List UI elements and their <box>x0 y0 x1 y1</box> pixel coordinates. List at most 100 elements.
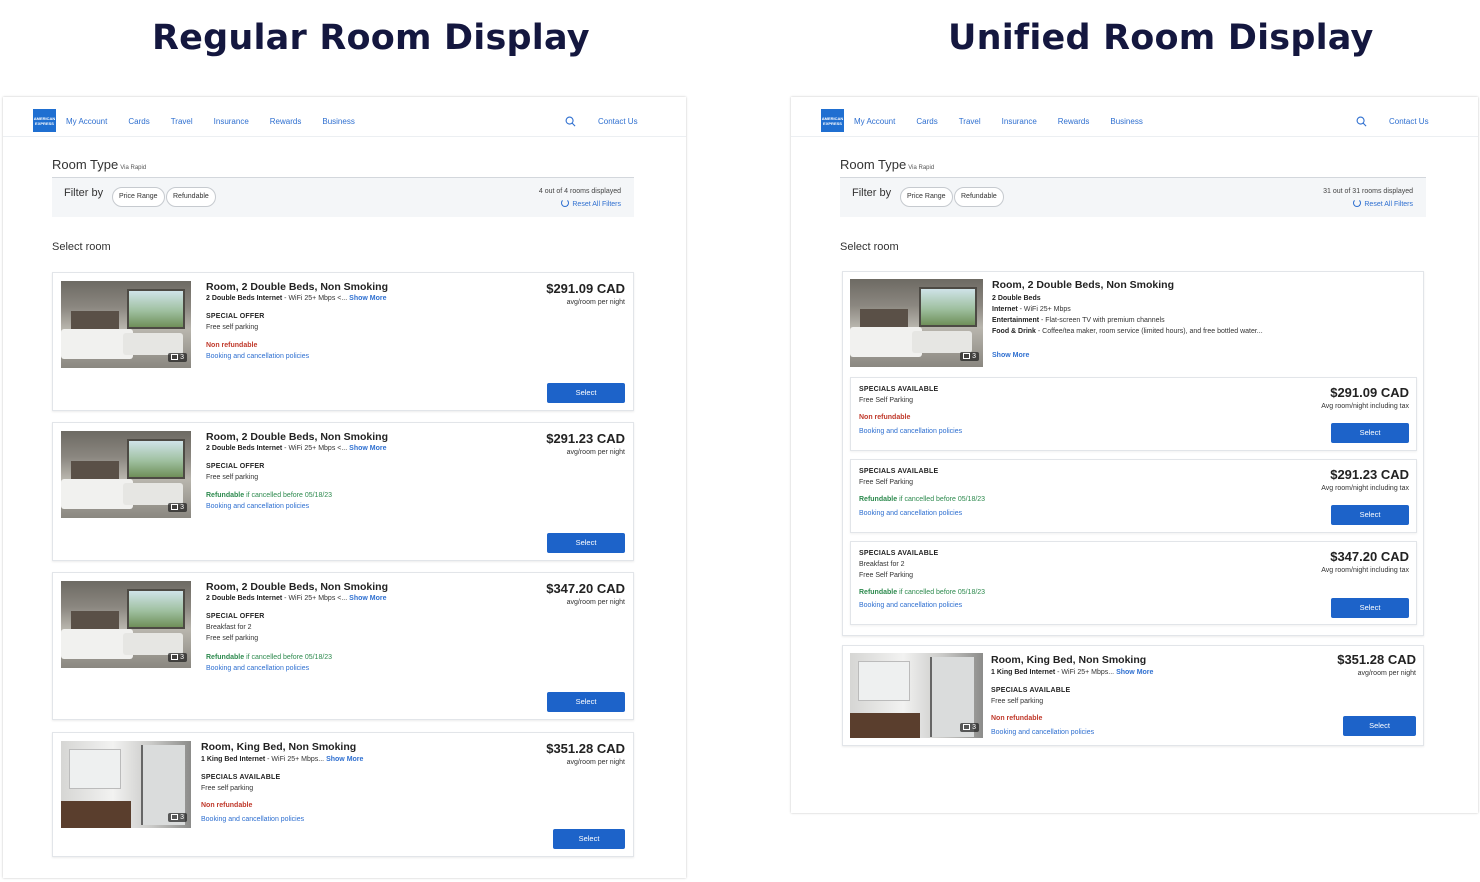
room-price: $351.28 CAD <box>546 741 625 756</box>
room-amenities: 2 Double Beds Internet - WiFi 25+ Mbps <… <box>206 445 387 452</box>
policies-link[interactable]: Booking and cancellation policies <box>991 729 1094 736</box>
filter-chip-refundable[interactable]: Refundable <box>954 187 1004 207</box>
nav-cards[interactable]: Cards <box>916 117 937 126</box>
regular-display-panel: AMERICAN EXPRESS My Account Cards Travel… <box>3 97 686 878</box>
policies-link[interactable]: Booking and cancellation policies <box>206 503 309 510</box>
price-note: avg/room per night <box>566 599 625 606</box>
select-button[interactable]: Select <box>547 383 625 403</box>
price-note: avg/room per night <box>1357 670 1416 677</box>
page-title: Room Type Via Rapid <box>840 157 934 172</box>
photo-icon <box>171 354 179 360</box>
top-nav: AMERICAN EXPRESS My Account Cards Travel… <box>791 97 1478 137</box>
policies-link[interactable]: Booking and cancellation policies <box>206 665 309 672</box>
heading-unified: Unified Room Display <box>948 18 1374 58</box>
price-note: Avg room/night including tax <box>1321 403 1409 410</box>
room-photo[interactable]: 3 <box>850 653 983 738</box>
refund-status: Non refundable <box>859 414 911 421</box>
room-photo[interactable]: 3 <box>61 581 191 668</box>
nav-cards[interactable]: Cards <box>128 117 149 126</box>
show-more-link[interactable]: Show More <box>349 445 386 452</box>
rate-option: SPECIALS AVAILABLE Free Self Parking Non… <box>850 377 1417 451</box>
amex-logo[interactable]: AMERICAN EXPRESS <box>33 109 56 132</box>
room-price: $291.23 CAD <box>1330 467 1409 482</box>
nav-rewards[interactable]: Rewards <box>1058 117 1090 126</box>
reset-filters-link[interactable]: Reset All Filters <box>561 199 621 208</box>
photo-count-badge: 3 <box>168 653 187 662</box>
search-icon[interactable] <box>565 116 576 127</box>
room-card: 3 Room, 2 Double Beds, Non Smoking 2 Dou… <box>52 272 634 411</box>
reset-icon <box>561 199 570 207</box>
room-title: Room, 2 Double Beds, Non Smoking <box>206 581 389 593</box>
photo-count-badge: 3 <box>168 813 187 822</box>
room-internet: Internet - WiFi 25+ Mbps <box>992 306 1071 313</box>
heading-regular: Regular Room Display <box>152 18 590 58</box>
room-photo[interactable]: 3 <box>61 431 191 518</box>
select-button[interactable]: Select <box>547 533 625 553</box>
room-price: $351.28 CAD <box>1337 652 1416 667</box>
photo-count-badge: 3 <box>168 353 187 362</box>
select-button[interactable]: Select <box>1331 423 1409 443</box>
offer-label: SPECIALS AVAILABLE <box>859 550 939 557</box>
nav-my-account[interactable]: My Account <box>854 117 895 126</box>
nav-insurance[interactable]: Insurance <box>1002 117 1037 126</box>
contact-us-link[interactable]: Contact Us <box>598 117 638 126</box>
offer-label: SPECIALS AVAILABLE <box>859 386 939 393</box>
room-price: $291.09 CAD <box>546 281 625 296</box>
price-note: avg/room per night <box>566 759 625 766</box>
perk: Free Self Parking <box>859 397 914 404</box>
nav-insurance[interactable]: Insurance <box>214 117 249 126</box>
show-more-link[interactable]: Show More <box>1116 669 1153 676</box>
select-room-label: Select room <box>52 241 111 253</box>
show-more-link[interactable]: Show More <box>349 295 386 302</box>
nav-rewards[interactable]: Rewards <box>270 117 302 126</box>
policies-link[interactable]: Booking and cancellation policies <box>201 816 304 823</box>
refund-status: Refundable if cancelled before 05/18/23 <box>859 496 986 503</box>
policies-link[interactable]: Booking and cancellation policies <box>206 353 309 360</box>
select-room-label: Select room <box>840 241 899 253</box>
contact-us-link[interactable]: Contact Us <box>1389 117 1429 126</box>
filter-chip-price-range[interactable]: Price Range <box>900 187 953 207</box>
room-photo[interactable]: 3 <box>61 741 191 828</box>
reset-filters-label: Reset All Filters <box>572 201 621 208</box>
filter-by-label: Filter by <box>64 187 104 199</box>
room-photo[interactable]: 3 <box>61 281 191 368</box>
room-group-card: 3 Room, 2 Double Beds, Non Smoking 2 Dou… <box>842 271 1424 636</box>
reset-filters-link[interactable]: Reset All Filters <box>1353 199 1413 208</box>
search-icon[interactable] <box>1356 116 1367 127</box>
price-note: Avg room/night including tax <box>1321 485 1409 492</box>
filter-bar: Filter by Price Range Refundable 4 out o… <box>52 177 634 217</box>
room-amenities: 1 King Bed Internet - WiFi 25+ Mbps... S… <box>201 756 364 763</box>
unified-display-panel: AMERICAN EXPRESS My Account Cards Travel… <box>791 97 1478 813</box>
filter-chip-price-range[interactable]: Price Range <box>112 187 165 207</box>
room-card: 3 Room, 2 Double Beds, Non Smoking 2 Dou… <box>52 422 634 561</box>
select-button[interactable]: Select <box>547 692 625 712</box>
refund-status: Refundable if cancelled before 05/18/23 <box>206 654 333 661</box>
room-photo[interactable]: 3 <box>850 279 983 367</box>
show-more-link[interactable]: Show More <box>326 756 363 763</box>
select-button[interactable]: Select <box>1343 716 1416 736</box>
perk: Free Self Parking <box>859 479 914 486</box>
amex-logo[interactable]: AMERICAN EXPRESS <box>821 109 844 132</box>
show-more-link[interactable]: Show More <box>349 595 386 602</box>
policies-link[interactable]: Booking and cancellation policies <box>859 602 962 609</box>
select-button[interactable]: Select <box>1331 598 1409 618</box>
nav-business[interactable]: Business <box>1110 117 1142 126</box>
policies-link[interactable]: Booking and cancellation policies <box>859 428 962 435</box>
refund-status: Non refundable <box>206 342 258 349</box>
filter-chip-refundable[interactable]: Refundable <box>166 187 216 207</box>
photo-count-badge: 3 <box>960 352 979 361</box>
rate-option: SPECIALS AVAILABLE Free Self Parking Ref… <box>850 459 1417 533</box>
nav-travel[interactable]: Travel <box>959 117 981 126</box>
nav-business[interactable]: Business <box>322 117 354 126</box>
nav-my-account[interactable]: My Account <box>66 117 107 126</box>
filter-by-label: Filter by <box>852 187 892 199</box>
select-button[interactable]: Select <box>553 829 625 849</box>
select-button[interactable]: Select <box>1331 505 1409 525</box>
show-more-link[interactable]: Show More <box>992 352 1029 359</box>
room-amenities: 2 Double Beds Internet - WiFi 25+ Mbps <… <box>206 595 387 602</box>
offer-label: SPECIAL OFFER <box>206 463 265 470</box>
perk: Free Self Parking <box>859 572 914 579</box>
policies-link[interactable]: Booking and cancellation policies <box>859 510 962 517</box>
price-note: avg/room per night <box>566 449 625 456</box>
nav-travel[interactable]: Travel <box>171 117 193 126</box>
